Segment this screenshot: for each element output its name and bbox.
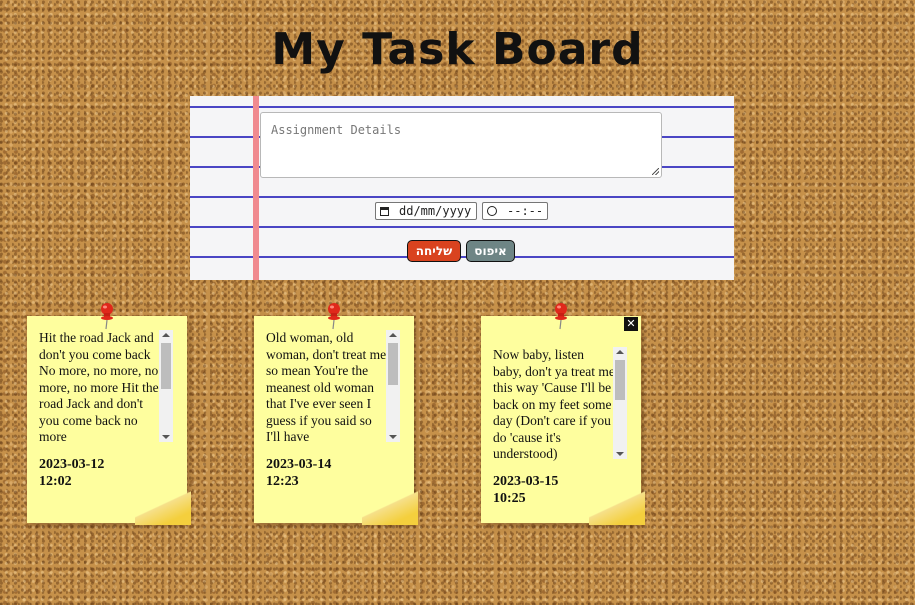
scroll-down-icon[interactable] <box>389 435 397 439</box>
note-curl <box>135 485 191 525</box>
paper-margin-line <box>253 96 259 280</box>
pushpin-icon <box>101 303 113 330</box>
scroll-down-icon[interactable] <box>162 435 170 439</box>
clock-icon[interactable] <box>487 206 497 216</box>
send-button[interactable]: שליחה <box>407 240 461 262</box>
note-text: Now baby, listen baby, don't ya treat me… <box>493 347 615 461</box>
scroll-up-icon[interactable] <box>162 333 170 337</box>
scrollbar-thumb[interactable] <box>161 343 171 389</box>
note-time: 12:02 <box>39 474 72 489</box>
time-input[interactable]: --:-- <box>482 202 548 220</box>
note-scrollbar[interactable] <box>159 330 173 442</box>
time-input-value: --:-- <box>507 204 544 218</box>
note-scrollbar[interactable] <box>386 330 400 442</box>
note-date: 2023-03-14 <box>266 457 332 472</box>
scroll-up-icon[interactable] <box>389 333 397 337</box>
date-input-value: dd/mm/yyyy <box>399 204 472 218</box>
reset-button[interactable]: איפוס <box>466 240 515 262</box>
task-note: ✕ Now baby, listen baby, don't ya treat … <box>481 303 655 529</box>
delete-note-button[interactable]: ✕ <box>624 317 638 331</box>
task-note: Old woman, old woman, don't treat me so … <box>254 303 428 529</box>
note-text: Hit the road Jack and don't you come bac… <box>39 330 159 444</box>
note-time: 10:25 <box>493 491 526 506</box>
pushpin-icon <box>555 303 567 330</box>
scroll-down-icon[interactable] <box>616 452 624 456</box>
scroll-up-icon[interactable] <box>616 350 624 354</box>
task-form: Assignment Details dd/mm/yyyy --:-- שליח… <box>190 96 734 280</box>
note-text: Old woman, old woman, don't treat me so … <box>266 330 387 444</box>
page-title: My Task Board <box>271 24 644 75</box>
calendar-icon[interactable] <box>380 206 389 216</box>
note-time: 12:23 <box>266 474 299 489</box>
assignment-details-input[interactable]: Assignment Details <box>260 112 662 178</box>
note-scrollbar[interactable] <box>613 347 627 459</box>
note-curl <box>589 485 645 525</box>
scrollbar-thumb[interactable] <box>615 360 625 400</box>
task-note: Hit the road Jack and don't you come bac… <box>27 303 201 529</box>
scrollbar-thumb[interactable] <box>388 343 398 385</box>
date-input[interactable]: dd/mm/yyyy <box>375 202 477 220</box>
resize-handle-icon[interactable] <box>652 168 659 175</box>
note-date: 2023-03-15 <box>493 474 559 489</box>
pushpin-icon <box>328 303 340 330</box>
assignment-details-placeholder: Assignment Details <box>271 123 402 137</box>
note-date: 2023-03-12 <box>39 457 105 472</box>
note-curl <box>362 485 418 525</box>
